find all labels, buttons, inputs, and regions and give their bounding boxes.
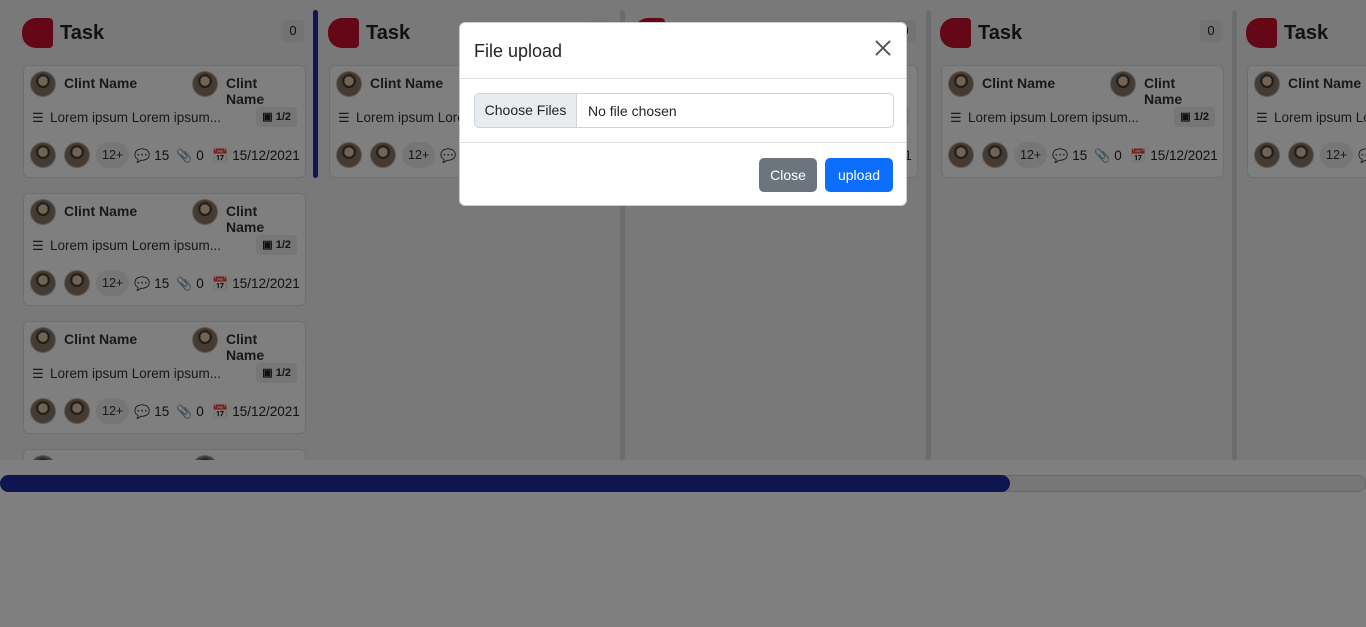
choose-files-button[interactable]: Choose Files [475,94,577,127]
file-upload-modal: File upload Choose Files No file chosen … [459,22,907,206]
file-input[interactable]: Choose Files No file chosen [474,93,894,128]
modal-header: File upload [460,23,906,79]
file-status-text: No file chosen [588,103,677,119]
modal-body: Choose Files No file chosen [460,79,906,143]
upload-button[interactable]: upload [825,158,893,192]
close-button[interactable]: Close [759,158,817,192]
close-icon[interactable] [872,37,894,59]
modal-title: File upload [474,41,563,61]
